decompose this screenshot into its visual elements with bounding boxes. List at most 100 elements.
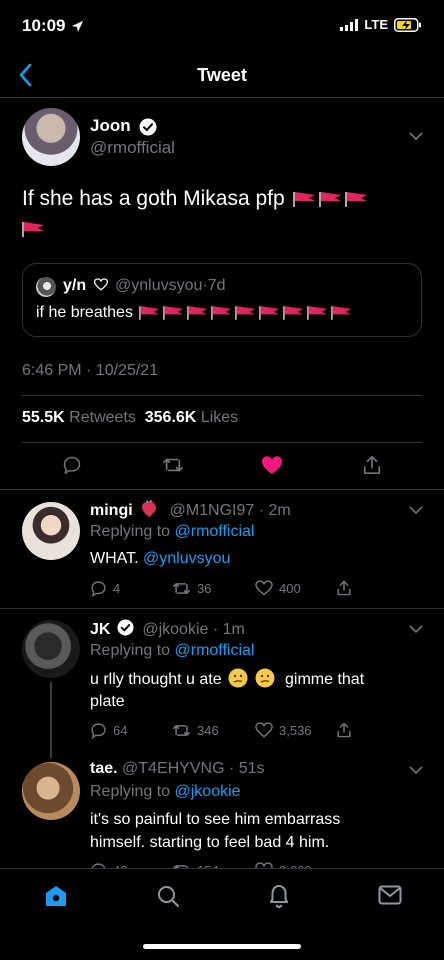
engagement-counts: 55.5K Retweets 356.6K Likes bbox=[22, 409, 238, 427]
like-count: 400 bbox=[279, 580, 301, 596]
red-flag-emoji-icon bbox=[22, 222, 44, 238]
reply-author-handle[interactable]: @jkookie bbox=[142, 621, 208, 638]
thread-line bbox=[50, 682, 52, 758]
replying-to-mention[interactable]: @rmofficial bbox=[175, 523, 255, 540]
reply-action[interactable]: 4 bbox=[90, 580, 120, 597]
page-title: Tweet bbox=[197, 65, 247, 85]
red-flag-emoji-icon bbox=[210, 306, 231, 321]
red-flag-emoji-icon bbox=[138, 306, 159, 321]
reply-count: 64 bbox=[113, 723, 128, 738]
reply-text-line-2: himself. starting to feel bad 4 him. bbox=[90, 834, 330, 851]
dot-separator: · bbox=[208, 621, 223, 638]
reply-action[interactable]: 64 bbox=[90, 722, 127, 739]
dot-separator: · bbox=[254, 502, 269, 519]
reply-mention[interactable]: @ynluvsyou bbox=[143, 550, 230, 567]
author-name[interactable]: Joon bbox=[90, 116, 131, 135]
author-handle[interactable]: @rmofficial bbox=[90, 138, 175, 158]
avatar-yn bbox=[36, 277, 56, 297]
red-flag-emoji-icon bbox=[258, 306, 279, 321]
replying-to-label: Replying to bbox=[90, 783, 171, 800]
reply-text-line-2: plate bbox=[90, 693, 125, 710]
clock: 10:09 bbox=[22, 16, 84, 36]
avatar-jk[interactable] bbox=[22, 620, 80, 678]
notifications-icon[interactable] bbox=[267, 883, 291, 909]
quoted-text-line: if he breathes bbox=[36, 304, 351, 322]
reply-icon bbox=[91, 581, 106, 597]
replying-to-mention[interactable]: @rmofficial bbox=[175, 642, 255, 659]
status-indicators: LTE bbox=[340, 17, 422, 32]
network-type: LTE bbox=[364, 17, 388, 32]
retweet-action[interactable]: 36 bbox=[172, 580, 211, 597]
red-flag-emoji-icon bbox=[292, 192, 315, 208]
share-icon[interactable] bbox=[336, 721, 352, 739]
like-action[interactable]: 400 bbox=[255, 580, 301, 596]
anatomical-heart-emoji-icon bbox=[142, 500, 157, 517]
quoted-author-handle: @ynluvsyou bbox=[115, 277, 203, 294]
author-line: Joon bbox=[90, 116, 157, 136]
quoted-tweet-card[interactable]: y/n @ynluvsyou·7d if he breathes bbox=[22, 263, 422, 337]
quoted-text: if he breathes bbox=[36, 304, 133, 321]
reply-author-name[interactable]: mingi bbox=[90, 502, 133, 519]
quoted-age: 7d bbox=[207, 277, 226, 294]
tweet-body: If she has a goth Mikasa pfp bbox=[22, 184, 422, 244]
replying-to-label: Replying to bbox=[90, 523, 171, 540]
reply-author-line: tae. @T4EHYVNG · 51s bbox=[90, 760, 265, 778]
retweets-label[interactable]: Retweets bbox=[69, 409, 136, 426]
verified-badge-icon bbox=[139, 118, 157, 136]
heart-filled-icon[interactable] bbox=[261, 455, 283, 475]
status-bar: 10:09 LTE bbox=[0, 0, 444, 52]
avatar-tae[interactable] bbox=[22, 762, 80, 820]
tweet-timestamp: 6:46 PM · 10/25/21 bbox=[22, 362, 159, 379]
reply-text-body: WHAT. bbox=[90, 550, 139, 567]
location-arrow-icon bbox=[72, 20, 84, 32]
battery-charging-icon bbox=[394, 17, 421, 32]
reply-text: WHAT. @ynluvsyou bbox=[90, 548, 230, 570]
confused-face-emoji-icon bbox=[255, 668, 275, 688]
heart-outline-icon bbox=[255, 580, 273, 596]
verified-badge-icon bbox=[117, 619, 134, 636]
reply-author-line: JK @jkookie · 1m bbox=[90, 619, 245, 639]
search-icon[interactable] bbox=[156, 884, 180, 908]
reply-age: 2m bbox=[268, 502, 291, 519]
retweet-count: 36 bbox=[197, 581, 212, 596]
likes-label[interactable]: Likes bbox=[201, 409, 238, 426]
reply-icon[interactable] bbox=[62, 455, 82, 475]
divider bbox=[22, 442, 422, 443]
reply-text: u rlly thought u ate gimme that bbox=[90, 668, 364, 691]
home-icon[interactable] bbox=[44, 884, 68, 908]
retweet-action[interactable]: 346 bbox=[172, 722, 219, 739]
likes-count[interactable]: 356.6K bbox=[145, 409, 197, 426]
retweet-icon bbox=[172, 725, 190, 736]
share-icon[interactable] bbox=[336, 579, 352, 597]
replying-to-label: Replying to bbox=[90, 642, 171, 659]
replying-to-mention[interactable]: @jkookie bbox=[175, 783, 241, 800]
home-indicator bbox=[143, 944, 301, 949]
reply-options-chevron-icon[interactable] bbox=[408, 505, 424, 515]
quoted-author-name: y/n bbox=[63, 277, 87, 294]
reply-options-chevron-icon[interactable] bbox=[408, 765, 424, 775]
replying-to-line: Replying to @rmofficial bbox=[90, 640, 254, 662]
quoted-author-line: y/n @ynluvsyou·7d bbox=[63, 277, 226, 295]
messages-icon[interactable] bbox=[378, 885, 402, 905]
divider bbox=[0, 608, 444, 609]
red-flag-emoji-icon bbox=[344, 192, 367, 208]
reply-age: 51s bbox=[238, 760, 265, 777]
reply-options-chevron-icon[interactable] bbox=[408, 624, 424, 634]
divider bbox=[22, 395, 422, 396]
like-action[interactable]: 3,536 bbox=[255, 722, 312, 738]
retweet-icon[interactable] bbox=[162, 455, 184, 475]
reply-author-name[interactable]: JK bbox=[90, 621, 110, 638]
retweets-count[interactable]: 55.5K bbox=[22, 409, 65, 426]
reply-author-name[interactable]: tae. bbox=[90, 760, 118, 777]
avatar-joon[interactable] bbox=[22, 108, 80, 166]
avatar-mingi[interactable] bbox=[22, 502, 80, 560]
reply-author-handle[interactable]: @T4EHYVNG bbox=[122, 760, 224, 777]
reply-author-handle[interactable]: @M1NGI97 bbox=[170, 502, 255, 519]
share-icon[interactable] bbox=[362, 454, 382, 476]
tweet-options-chevron-icon[interactable] bbox=[408, 131, 424, 141]
red-flag-emoji-icon bbox=[162, 306, 183, 321]
signal-icon bbox=[340, 18, 359, 31]
reply-icon bbox=[91, 723, 106, 739]
divider bbox=[0, 489, 444, 490]
replying-to-line: Replying to @rmofficial bbox=[90, 521, 254, 543]
